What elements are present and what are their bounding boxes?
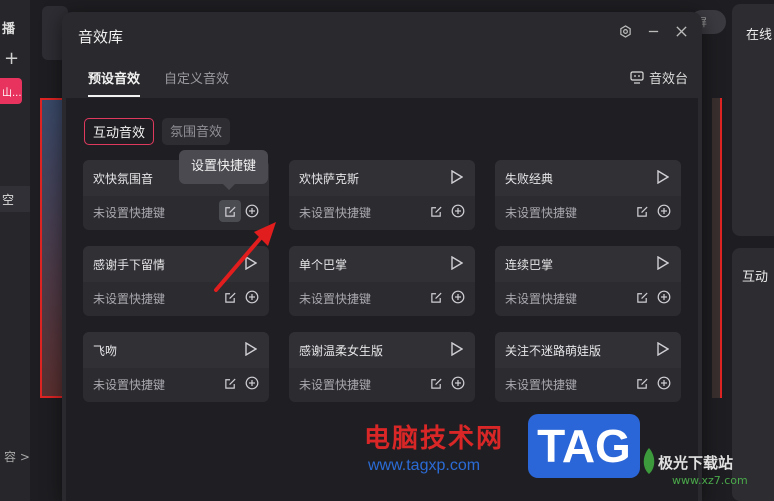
- edit-hotkey-icon[interactable]: [633, 374, 651, 392]
- edit-hotkey-icon[interactable]: [633, 288, 651, 306]
- close-icon[interactable]: [674, 24, 688, 38]
- sound-name: 欢快氛围音: [93, 172, 154, 186]
- sound-name: 关注不迷路萌娃版: [505, 344, 602, 358]
- hotkey-status: 未设置快捷键: [93, 292, 166, 306]
- sound-card: 飞吻 未设置快捷键: [83, 332, 269, 402]
- sound-card: 单个巴掌 未设置快捷键: [289, 246, 475, 316]
- sound-name: 连续巴掌: [505, 258, 554, 272]
- sound-card: 感谢温柔女生版 未设置快捷键: [289, 332, 475, 402]
- play-icon[interactable]: [451, 342, 463, 356]
- right-panel-online: 在线: [732, 4, 774, 236]
- play-icon[interactable]: [451, 170, 463, 184]
- annotation-arrow-icon: [214, 222, 276, 292]
- hotkey-status: 未设置快捷键: [93, 206, 166, 220]
- play-icon[interactable]: [657, 256, 669, 270]
- edit-hotkey-icon[interactable]: [427, 288, 445, 306]
- edit-hotkey-icon[interactable]: [221, 374, 239, 392]
- video-preview-edge: [712, 98, 722, 398]
- watermark-tag-logo: TAG: [528, 414, 640, 478]
- watermark-site-name: 极光下载站: [658, 454, 734, 472]
- right-panel-online-label: 在线: [746, 28, 773, 43]
- sound-console-label: 音效台: [648, 72, 688, 87]
- left-sidebar: 播 + 山... 空 容 >: [0, 0, 30, 501]
- sidebar-bottom-label[interactable]: 容 >: [4, 448, 30, 465]
- sound-name: 欢快萨克斯: [299, 172, 360, 186]
- settings-icon[interactable]: [618, 24, 632, 38]
- add-icon[interactable]: [243, 374, 261, 392]
- sound-name: 单个巴掌: [299, 258, 348, 272]
- sound-name: 感谢手下留情: [93, 258, 166, 272]
- play-icon[interactable]: [657, 170, 669, 184]
- watermark-site-url: www.xz7.com: [672, 474, 748, 487]
- sound-name: 飞吻: [93, 344, 118, 358]
- add-icon[interactable]: [449, 202, 467, 220]
- hotkey-status: 未设置快捷键: [93, 378, 166, 392]
- right-panel-interaction: 互动: [732, 248, 774, 501]
- sidebar-label: 播: [2, 22, 16, 37]
- plus-icon[interactable]: +: [4, 48, 19, 69]
- hotkey-status: 未设置快捷键: [299, 292, 372, 306]
- play-icon[interactable]: [657, 342, 669, 356]
- edit-hotkey-icon[interactable]: [219, 200, 241, 222]
- sound-card: 连续巴掌 未设置快捷键: [495, 246, 681, 316]
- dialog-title: 音效库: [78, 28, 124, 46]
- sound-card: 关注不迷路萌娃版 未设置快捷键: [495, 332, 681, 402]
- hotkey-status: 未设置快捷键: [505, 292, 578, 306]
- sound-card: 失败经典 未设置快捷键: [495, 160, 681, 230]
- window-controls: [618, 24, 688, 38]
- hotkey-status: 未设置快捷键: [299, 206, 372, 220]
- monitor-icon: [630, 71, 644, 84]
- sub-tabs: 互动音效 氛围音效: [84, 118, 231, 145]
- watermark-url: www.tagxp.com: [368, 457, 481, 474]
- add-icon[interactable]: [449, 288, 467, 306]
- add-icon[interactable]: [655, 374, 673, 392]
- sound-card: 欢快萨克斯 未设置快捷键: [289, 160, 475, 230]
- play-icon[interactable]: [451, 256, 463, 270]
- main-tabs: 预设音效 自定义音效: [88, 68, 229, 97]
- sidebar-pink-button[interactable]: 山...: [0, 78, 22, 104]
- play-icon[interactable]: [245, 342, 257, 356]
- right-panel-interaction-label: 互动: [742, 270, 769, 285]
- sound-grid: 欢快氛围音 未设置快捷键 欢快萨克斯 未设置快捷键 失败经典 未设置快捷键 感谢…: [83, 160, 681, 402]
- hotkey-status: 未设置快捷键: [505, 378, 578, 392]
- edit-hotkey-icon[interactable]: [633, 202, 651, 220]
- watermark-leaf-icon: [643, 448, 655, 474]
- hotkey-tooltip: 设置快捷键: [179, 150, 269, 190]
- sound-name: 失败经典: [505, 172, 554, 186]
- tab-custom-sounds[interactable]: 自定义音效: [164, 68, 229, 97]
- edit-hotkey-icon[interactable]: [427, 374, 445, 392]
- sidebar-box[interactable]: 空: [0, 186, 30, 212]
- hotkey-status: 未设置快捷键: [299, 378, 372, 392]
- subtab-interactive-sounds[interactable]: 互动音效: [84, 118, 155, 145]
- watermark-text: 电脑技术网: [364, 424, 505, 454]
- tab-preset-sounds[interactable]: 预设音效: [88, 68, 141, 97]
- sound-console-button[interactable]: 音效台: [630, 68, 688, 87]
- hotkey-status: 未设置快捷键: [505, 206, 578, 220]
- add-icon[interactable]: [243, 202, 261, 220]
- add-icon[interactable]: [655, 288, 673, 306]
- minimize-icon[interactable]: [646, 24, 660, 38]
- add-icon[interactable]: [655, 202, 673, 220]
- edit-hotkey-icon[interactable]: [427, 202, 445, 220]
- add-icon[interactable]: [449, 374, 467, 392]
- subtab-ambient-sounds[interactable]: 氛围音效: [162, 118, 231, 145]
- sound-name: 感谢温柔女生版: [299, 344, 384, 358]
